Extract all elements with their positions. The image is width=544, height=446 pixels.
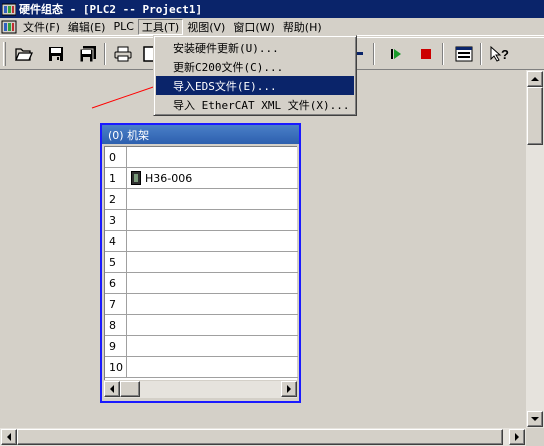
slot-number: 10 xyxy=(105,357,127,377)
arrow-right-icon xyxy=(515,433,519,441)
slot-module[interactable] xyxy=(127,252,298,272)
scroll-up-button[interactable] xyxy=(527,71,543,87)
slot-number: 1 xyxy=(105,168,127,188)
slot-module[interactable] xyxy=(127,147,298,167)
slot-module[interactable] xyxy=(127,210,298,230)
slot-module[interactable]: H36-006 xyxy=(127,168,298,188)
horizontal-scroll-thumb[interactable] xyxy=(17,429,503,445)
rack-slot-row[interactable]: 9 xyxy=(105,336,298,357)
rack-slot-row[interactable]: 5 xyxy=(105,252,298,273)
scroll-down-button[interactable] xyxy=(527,411,543,427)
arrow-right-icon xyxy=(287,385,291,393)
slot-module[interactable] xyxy=(127,273,298,293)
arrow-up-icon xyxy=(531,77,539,81)
window-title: 硬件组态 - [PLC2 -- Project1] xyxy=(19,3,203,16)
slot-module[interactable] xyxy=(127,315,298,335)
menu-edit[interactable]: 编辑(E) xyxy=(64,19,110,35)
slot-number: 9 xyxy=(105,336,127,356)
slot-number: 3 xyxy=(105,210,127,230)
rack-slot-row[interactable]: 10 xyxy=(105,357,298,378)
slot-number: 4 xyxy=(105,231,127,251)
rack-slot-row[interactable]: 3 xyxy=(105,210,298,231)
toolbar-separator xyxy=(442,43,444,65)
rack-window[interactable]: (0) 机架 0 1 H36-006 2 3 4 5 6 7 8 9 10 xyxy=(100,123,301,403)
menu-window[interactable]: 窗口(W) xyxy=(229,19,278,35)
slot-number: 6 xyxy=(105,273,127,293)
menu-plc[interactable]: PLC xyxy=(109,19,137,35)
menu-import-eds-file[interactable]: 导入EDS文件(E)... xyxy=(156,76,354,95)
slot-number: 8 xyxy=(105,315,127,335)
slot-module[interactable] xyxy=(127,189,298,209)
slot-number: 7 xyxy=(105,294,127,314)
rack-slot-row[interactable]: 1 H36-006 xyxy=(105,168,298,189)
rack-slot-row[interactable]: 2 xyxy=(105,189,298,210)
rack-horizontal-scrollbar[interactable] xyxy=(104,381,297,398)
rack-slot-table: 0 1 H36-006 2 3 4 5 6 7 8 9 10 xyxy=(104,146,298,380)
menu-bar: 文件(F) 编辑(E) PLC 工具(T) 视图(V) 窗口(W) 帮助(H) xyxy=(0,18,544,36)
slot-module[interactable] xyxy=(127,231,298,251)
save-icon[interactable] xyxy=(44,43,68,65)
rack-slot-row[interactable]: 6 xyxy=(105,273,298,294)
vertical-scroll-thumb[interactable] xyxy=(527,87,543,145)
slot-number: 5 xyxy=(105,252,127,272)
menu-view[interactable]: 视图(V) xyxy=(183,19,229,35)
toolbar-separator xyxy=(373,43,375,65)
slot-module[interactable] xyxy=(127,357,298,377)
rack-slot-row[interactable]: 4 xyxy=(105,231,298,252)
rack-slot-row[interactable]: 0 xyxy=(105,147,298,168)
slot-module[interactable] xyxy=(127,294,298,314)
module-label: H36-006 xyxy=(145,171,193,185)
menu-install-hardware-update[interactable]: 安装硬件更新(U)... xyxy=(156,38,354,57)
save-all-icon[interactable] xyxy=(76,43,100,65)
horizontal-scrollbar[interactable] xyxy=(0,428,526,446)
rack-title-bar[interactable]: (0) 机架 xyxy=(102,125,299,144)
toolbar-grip[interactable] xyxy=(3,42,6,66)
slot-module[interactable] xyxy=(127,336,298,356)
scrollbar-corner xyxy=(526,428,544,446)
rack-scroll-right-button[interactable] xyxy=(281,381,297,397)
slot-number: 0 xyxy=(105,147,127,167)
title-bar: 硬件组态 - [PLC2 -- Project1] xyxy=(0,0,544,18)
stop-icon[interactable] xyxy=(414,43,438,65)
scroll-left-button[interactable] xyxy=(1,429,17,445)
vertical-scrollbar[interactable] xyxy=(526,70,544,428)
slot-number: 2 xyxy=(105,189,127,209)
run-icon[interactable] xyxy=(384,43,408,65)
toolbar-separator xyxy=(480,43,482,65)
tools-menu-dropdown: 安装硬件更新(U)... 更新C200文件(C)... 导入EDS文件(E)..… xyxy=(153,35,357,116)
menu-help[interactable]: 帮助(H) xyxy=(279,19,326,35)
context-help-icon[interactable]: ? xyxy=(487,43,511,65)
menu-update-c200-file[interactable]: 更新C200文件(C)... xyxy=(156,57,354,76)
print-icon[interactable] xyxy=(111,43,135,65)
module-icon xyxy=(131,171,141,185)
open-folder-icon[interactable] xyxy=(12,43,36,65)
scroll-right-button[interactable] xyxy=(509,429,525,445)
toolbar-separator xyxy=(104,43,106,65)
rack-slot-row[interactable]: 8 xyxy=(105,315,298,336)
menu-import-ethercat-xml[interactable]: 导入 EtherCAT XML 文件(X)... xyxy=(156,95,354,114)
catalog-icon[interactable] xyxy=(452,43,476,65)
rack-scroll-left-button[interactable] xyxy=(104,381,120,397)
hardware-config-app-icon xyxy=(1,3,17,16)
rack-scroll-thumb[interactable] xyxy=(120,381,140,397)
svg-text:?: ? xyxy=(501,47,509,62)
arrow-down-icon xyxy=(531,417,539,421)
menu-file[interactable]: 文件(F) xyxy=(19,19,64,35)
arrow-left-icon xyxy=(110,385,114,393)
menu-tools[interactable]: 工具(T) xyxy=(137,18,184,35)
rack-slot-row[interactable]: 7 xyxy=(105,294,298,315)
mdi-child-window-icon[interactable] xyxy=(1,20,17,34)
arrow-left-icon xyxy=(7,433,11,441)
